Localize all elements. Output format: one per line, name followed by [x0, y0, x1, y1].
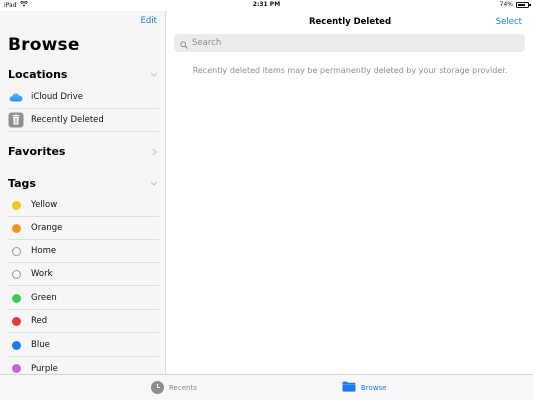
tag-item-blue[interactable]: Blue — [8, 334, 159, 357]
tab-browse-label: Browse — [361, 383, 387, 392]
status-bar: iPad 2:31 PM 74% — [0, 0, 533, 11]
tag-dot-icon — [11, 200, 21, 210]
tag-item-work[interactable]: Work — [8, 263, 159, 286]
battery-icon — [516, 1, 531, 8]
tag-label: Orange — [31, 223, 63, 233]
battery-percent: 74% — [499, 1, 513, 8]
sidebar-item-label: iCloud Drive — [31, 92, 84, 102]
main-pane: Recently Deleted Select Search Recently … — [167, 11, 533, 374]
tag-dot-icon — [11, 293, 21, 303]
status-right: 74% — [499, 1, 531, 8]
locations-header[interactable]: Locations — [8, 68, 159, 81]
tag-item-orange[interactable]: Orange — [8, 217, 159, 240]
page-title: Recently Deleted — [308, 17, 392, 27]
status-time: 2:31 PM — [252, 1, 281, 8]
locations-header-label: Locations — [8, 68, 68, 81]
tag-item-yellow[interactable]: Yellow — [8, 194, 159, 217]
tag-dot-icon — [11, 364, 21, 373]
search-icon — [180, 34, 188, 53]
tag-dot-icon — [11, 269, 21, 279]
edit-button[interactable]: Edit — [141, 16, 157, 26]
trash-icon — [8, 112, 24, 128]
sidebar-item-label: Recently Deleted — [31, 115, 104, 125]
tag-item-purple[interactable]: Purple — [8, 357, 159, 374]
tag-label: Yellow — [31, 200, 58, 210]
icloud-icon — [8, 89, 24, 105]
favorites-header-label: Favorites — [8, 145, 66, 158]
chevron-down-icon — [149, 179, 159, 189]
sidebar: Edit Browse Locations iCloud Drive Recen… — [0, 11, 166, 374]
tag-label: Blue — [31, 340, 50, 350]
tag-dot-icon — [11, 246, 21, 256]
search-input[interactable]: Search — [192, 38, 221, 48]
tag-dot-icon — [11, 316, 21, 326]
tag-dot-icon — [11, 340, 21, 350]
tag-item-home[interactable]: Home — [8, 240, 159, 263]
tab-bar: Recents Browse — [0, 374, 533, 400]
tab-browse[interactable]: Browse — [342, 381, 387, 394]
favorites-header[interactable]: Favorites — [8, 145, 159, 158]
tag-label: Work — [31, 269, 53, 279]
sidebar-item-icloud-drive[interactable]: iCloud Drive — [8, 86, 159, 109]
chevron-right-icon — [149, 147, 159, 157]
search-bar[interactable]: Search — [174, 34, 525, 52]
tag-label: Red — [31, 316, 48, 326]
tags-header[interactable]: Tags — [8, 177, 159, 190]
tag-label: Purple — [31, 363, 58, 374]
tab-recents[interactable]: Recents — [151, 381, 197, 394]
sidebar-item-recently-deleted[interactable]: Recently Deleted — [8, 109, 159, 132]
tab-recents-label: Recents — [169, 383, 197, 392]
tag-item-red[interactable]: Red — [8, 310, 159, 333]
tags-header-label: Tags — [8, 177, 36, 190]
clock-icon — [151, 381, 164, 394]
sidebar-title: Browse — [8, 35, 80, 55]
select-button[interactable]: Select — [496, 17, 522, 27]
tag-item-green[interactable]: Green — [8, 287, 159, 310]
tag-dot-icon — [11, 223, 21, 233]
chevron-down-icon — [149, 70, 159, 80]
folder-icon — [342, 381, 356, 394]
tag-label: Home — [31, 246, 57, 256]
tag-label: Green — [31, 293, 57, 303]
empty-state-message: Recently deleted items may be permanentl… — [192, 66, 508, 75]
